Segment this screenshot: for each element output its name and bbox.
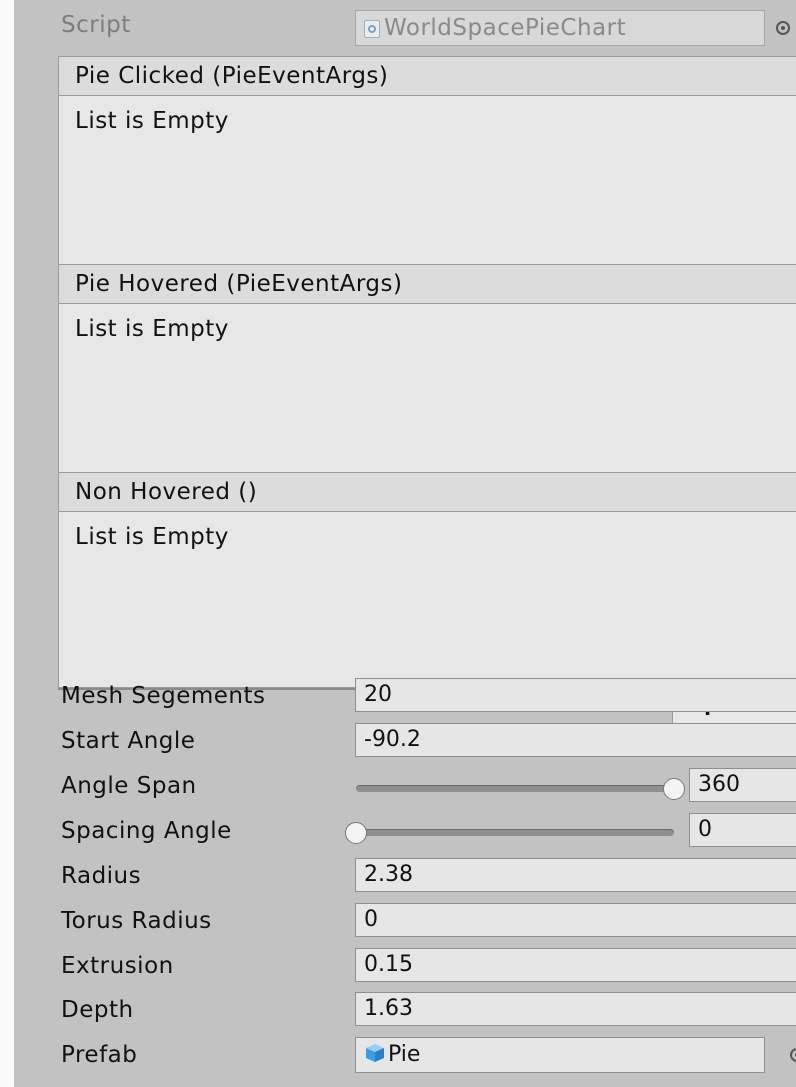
torus-radius-label: Torus Radius — [61, 908, 212, 934]
depth-field[interactable]: 1.63 — [355, 992, 796, 1026]
script-value: WorldSpacePieChart — [384, 15, 627, 41]
empty-list-text: List is Empty — [75, 316, 229, 342]
angle-span-slider-track[interactable] — [356, 785, 674, 792]
event-list: List is Empty — [58, 304, 796, 480]
radius-field[interactable]: 2.38 — [355, 858, 796, 892]
event-list: List is Empty — [58, 96, 796, 272]
start-angle-field[interactable]: -90.2 — [355, 723, 796, 757]
event-header: Non Hovered () — [58, 472, 796, 512]
angle-span-field[interactable]: 360 — [689, 768, 796, 802]
event-list: List is Empty — [58, 512, 796, 688]
inspector-panel: Script WorldSpacePieChart Pie Clicked (P… — [0, 0, 796, 1087]
empty-list-text: List is Empty — [75, 524, 229, 550]
mesh-segments-field[interactable]: 20 — [355, 678, 796, 712]
extrusion-label: Extrusion — [61, 953, 174, 979]
extrusion-field[interactable]: 0.15 — [355, 948, 796, 982]
script-field[interactable]: WorldSpacePieChart — [355, 10, 765, 46]
prefab-label: Prefab — [61, 1042, 138, 1068]
object-picker-icon[interactable] — [790, 1048, 796, 1062]
script-label: Script — [61, 12, 131, 38]
depth-label: Depth — [61, 997, 134, 1023]
torus-radius-field[interactable]: 0 — [355, 903, 796, 937]
spacing-angle-label: Spacing Angle — [61, 818, 232, 844]
angle-span-slider-thumb[interactable] — [663, 778, 685, 800]
spacing-angle-slider-thumb[interactable] — [345, 822, 367, 844]
mesh-segments-label: Mesh Segements — [61, 683, 266, 709]
event-header: Pie Clicked (PieEventArgs) — [58, 56, 796, 96]
empty-list-text: List is Empty — [75, 108, 229, 134]
object-picker-icon[interactable] — [776, 21, 790, 35]
prefab-value: Pie — [388, 1042, 421, 1067]
start-angle-label: Start Angle — [61, 728, 196, 754]
radius-label: Radius — [61, 863, 142, 889]
event-header: Pie Hovered (PieEventArgs) — [58, 264, 796, 304]
spacing-angle-slider-track[interactable] — [356, 829, 674, 836]
csharp-script-icon — [364, 20, 380, 38]
spacing-angle-field[interactable]: 0 — [689, 813, 796, 847]
prefab-cube-icon — [366, 1044, 384, 1062]
prefab-field[interactable]: Pie — [355, 1037, 765, 1073]
angle-span-label: Angle Span — [61, 773, 197, 799]
